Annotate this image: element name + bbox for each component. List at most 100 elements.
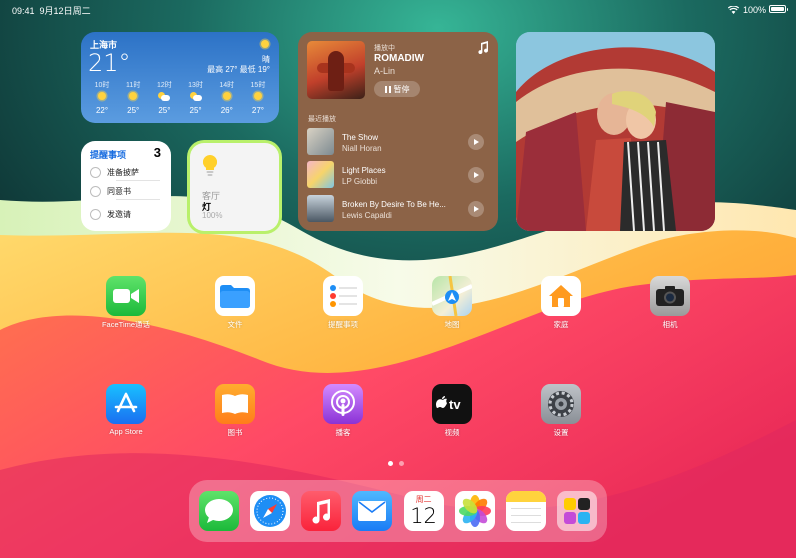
music-widget[interactable]: 播放中 ROMADIW A-Lin 暂停 最近播放 The Show Niall… <box>298 32 498 231</box>
maps-icon <box>432 276 472 316</box>
hour-temp: 26° <box>220 106 233 115</box>
page-dot[interactable] <box>399 461 404 466</box>
facetime-icon <box>106 276 146 316</box>
song-artist: A-Lin <box>374 66 396 76</box>
app-label: 图书 <box>227 428 243 437</box>
podcasts-icon <box>323 384 363 424</box>
music-note-icon <box>478 41 489 54</box>
weather-widget[interactable]: 上海市 21° 晴 最高 27° 最低 19° 10时 22° 11时 25° 12… <box>81 32 279 123</box>
track-artist: LP Giobbi <box>342 177 377 186</box>
app-label: App Store <box>109 427 143 436</box>
messages-icon[interactable] <box>199 491 239 531</box>
app-label: 播客 <box>335 428 351 437</box>
weather-hour: 13时 25° <box>181 80 211 115</box>
featured-photo <box>516 32 715 231</box>
apple-tv-icon: tv <box>432 384 472 424</box>
play-button[interactable] <box>468 134 484 150</box>
camera-icon <box>650 276 690 316</box>
track-artist: Niall Horan <box>342 144 382 153</box>
files-icon <box>215 276 255 316</box>
track-artist: Lewis Capaldi <box>342 211 392 220</box>
track-art <box>307 195 334 222</box>
reminder-item[interactable]: 同意书 <box>90 182 166 200</box>
battery-icon <box>769 5 788 13</box>
app-label: 家庭 <box>553 320 569 329</box>
app-settings[interactable]: 设置 <box>526 384 596 446</box>
photos-icon[interactable] <box>454 491 495 531</box>
hour-time: 12时 <box>156 82 172 89</box>
app-files[interactable]: 文件 <box>200 276 270 338</box>
safari-icon[interactable] <box>250 491 291 531</box>
app-library-icon[interactable] <box>556 491 597 531</box>
play-icon <box>474 139 479 145</box>
notes-icon[interactable] <box>505 491 546 531</box>
reminder-label: 准备披萨 <box>107 167 139 177</box>
app-maps[interactable]: 地图 <box>417 276 487 338</box>
app-books[interactable]: 图书 <box>200 384 270 446</box>
hour-time: 14时 <box>219 82 235 89</box>
hour-temp: 25° <box>158 106 171 115</box>
reminder-checkbox[interactable] <box>90 166 101 178</box>
reminders-icon <box>323 276 363 316</box>
track-title: The Show <box>342 133 379 142</box>
pause-icon <box>384 85 391 93</box>
app-label: 文件 <box>227 320 243 329</box>
partly-cloudy-icon <box>158 92 171 102</box>
reminder-checkbox[interactable] <box>90 185 101 197</box>
lightbulb-icon <box>203 155 217 176</box>
app-camera[interactable]: 相机 <box>635 276 705 338</box>
sun-icon <box>253 92 262 100</box>
hour-time: 11时 <box>126 82 141 89</box>
page-dot[interactable] <box>388 461 393 466</box>
track-title: Broken By Desire To Be He... <box>342 200 446 209</box>
app-facetime[interactable]: FaceTime通话 <box>91 276 161 338</box>
app-label: 地图 <box>444 320 460 329</box>
app-home[interactable]: 家庭 <box>526 276 596 338</box>
sun-icon <box>261 40 269 48</box>
track-title: Light Places <box>342 166 386 175</box>
recent-track[interactable]: Broken By Desire To Be He... Lewis Capal… <box>307 195 489 223</box>
calendar-date: 12 <box>410 504 437 528</box>
app-label: 设置 <box>553 428 569 437</box>
hour-temp: 27° <box>251 106 264 115</box>
app-podcasts[interactable]: 播客 <box>308 384 378 446</box>
photos-widget[interactable] <box>516 32 715 231</box>
battery-percent: 100% <box>742 5 766 15</box>
recent-track[interactable]: The Show Niall Horan <box>307 128 489 156</box>
app-label: FaceTime通话 <box>101 320 151 329</box>
status-bar-time-date: 09:41 9月12日周二 <box>12 4 91 16</box>
books-icon <box>215 384 255 424</box>
reminders-widget[interactable]: 提醒事项 3 准备披萨 同意书 发邀请 <box>81 141 171 231</box>
music-icon[interactable] <box>301 491 342 531</box>
mail-icon[interactable] <box>352 491 393 531</box>
home-icon <box>541 276 581 316</box>
track-art <box>307 128 334 155</box>
page-indicator[interactable] <box>388 461 404 466</box>
song-title: ROMADIW <box>374 53 424 64</box>
weather-hour: 12时 25° <box>149 80 179 115</box>
pause-button[interactable]: 暂停 <box>374 81 420 97</box>
hour-temp: 22° <box>95 106 109 115</box>
calendar-icon[interactable]: 周二 12 <box>403 491 444 531</box>
weather-hour: 10时 22° <box>87 80 117 115</box>
play-button[interactable] <box>468 167 484 183</box>
play-button[interactable] <box>468 201 484 217</box>
home-light-widget[interactable]: 客厅 灯 100% <box>190 143 279 231</box>
app-app-store[interactable]: App Store <box>91 384 161 446</box>
app-label: 视频 <box>444 428 460 437</box>
hour-time: 13时 <box>188 82 203 89</box>
app-tv[interactable]: tv 视频 <box>417 384 487 446</box>
hour-time: 15时 <box>250 82 266 89</box>
reminder-item[interactable]: 准备披萨 <box>90 163 166 181</box>
reminder-checkbox[interactable] <box>90 208 101 220</box>
status-time: 09:41 <box>12 6 35 16</box>
weather-hour: 11时 25° <box>118 80 148 115</box>
album-art[interactable] <box>307 41 365 99</box>
app-reminders[interactable]: 提醒事项 <box>308 276 378 338</box>
weather-hilo: 最高 27° 最低 19° <box>207 65 270 74</box>
status-date: 9月12日周二 <box>39 6 91 16</box>
app-store-icon <box>106 384 146 424</box>
reminder-item[interactable]: 发邀请 <box>90 205 166 223</box>
hour-time: 10时 <box>94 82 110 89</box>
recent-track[interactable]: Light Places LP Giobbi <box>307 161 489 189</box>
